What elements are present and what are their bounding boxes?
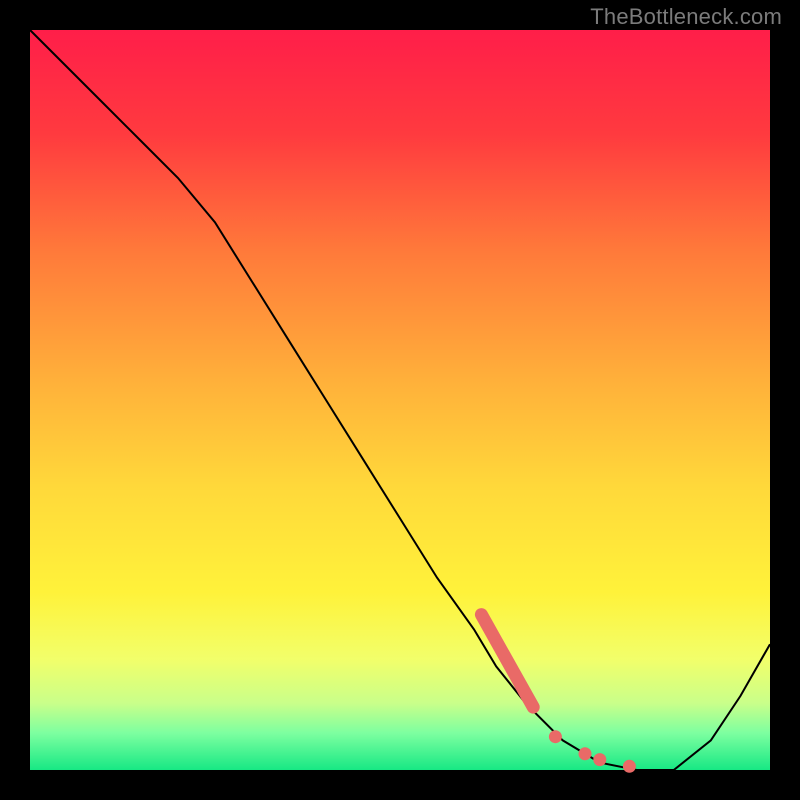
dot-1 (549, 730, 562, 743)
dot-3 (593, 753, 606, 766)
watermark-text: TheBottleneck.com (590, 4, 782, 30)
bottleneck-chart (0, 0, 800, 800)
dot-2 (579, 747, 592, 760)
dot-4 (623, 760, 636, 773)
chart-frame: { "watermark": "TheBottleneck.com", "col… (0, 0, 800, 800)
